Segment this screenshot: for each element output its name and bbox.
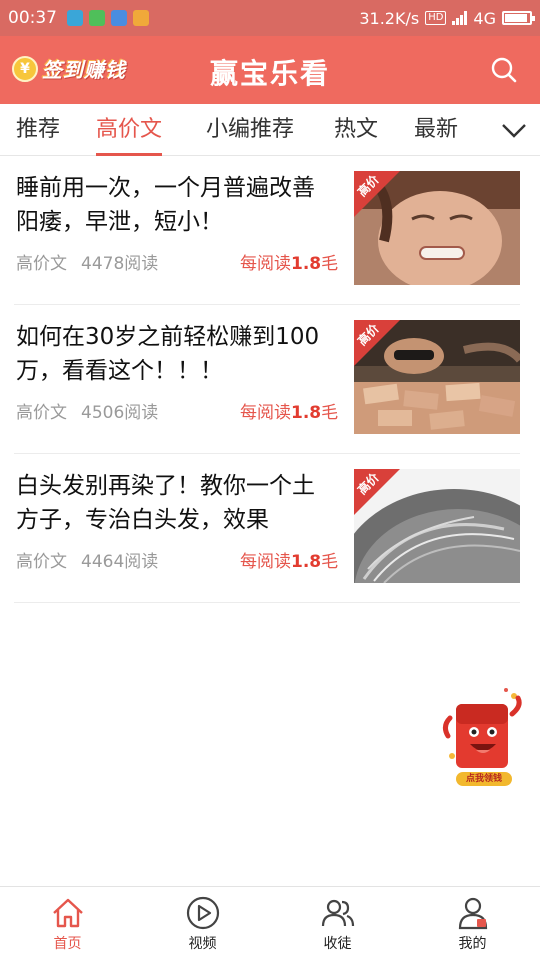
nav-video[interactable]: 视频	[135, 887, 270, 960]
hd-badge: HD	[425, 11, 447, 25]
reward-unit: 毛	[321, 254, 339, 274]
article-item[interactable]: 白头发别再染了！教你一个土方子，专治白头发，效果 高价文 4464阅读 每阅读1…	[14, 455, 520, 603]
reward-prefix: 每阅读	[240, 552, 291, 572]
notification-app-icon	[67, 10, 83, 26]
app-title: 赢宝乐看	[209, 57, 330, 90]
article-reward: 每阅读1.8毛	[240, 547, 338, 572]
article-reward: 每阅读1.8毛	[240, 398, 338, 423]
network-speed: 31.2K/s	[359, 8, 420, 28]
nav-home-label: 首页	[53, 936, 82, 952]
home-icon	[52, 898, 83, 928]
profile-icon	[458, 897, 487, 930]
article-title: 如何在30岁之前轻松赚到100万，看看这个！！！	[16, 324, 320, 384]
article-category: 高价文	[16, 552, 67, 572]
notification-app-icon	[111, 10, 127, 26]
search-icon[interactable]	[490, 56, 518, 84]
status-time: 00:37	[8, 8, 57, 28]
article-read-count: 4506阅读	[81, 403, 159, 423]
red-envelope-icon	[442, 688, 522, 768]
notification-app-icon	[133, 10, 149, 26]
article-read-count: 4478阅读	[81, 254, 159, 274]
reward-value: 1.8	[291, 254, 322, 274]
chevron-down-icon[interactable]	[500, 116, 528, 144]
app-header: ¥ 签到赚钱 赢宝乐看	[0, 36, 540, 104]
tab-high-price[interactable]: 高价文	[96, 104, 163, 156]
article-read-count: 4464阅读	[81, 552, 159, 572]
play-icon	[186, 896, 219, 930]
article-category: 高价文	[16, 254, 67, 274]
article-thumbnail: 高价	[354, 469, 520, 583]
notification-app-icon	[89, 10, 105, 26]
article-reward: 每阅读1.8毛	[240, 249, 338, 274]
article-thumbnail: 高价	[354, 171, 520, 285]
reward-prefix: 每阅读	[240, 403, 291, 423]
bottom-nav: 首页 视频 收徒 我的	[0, 886, 540, 960]
article-thumbnail: 高价	[354, 320, 520, 434]
tab-recommend[interactable]: 推荐	[16, 104, 60, 156]
nav-video-label: 视频	[188, 936, 217, 952]
reward-unit: 毛	[321, 403, 339, 423]
article-title: 白头发别再染了！教你一个土方子，专治白头发，效果	[16, 473, 315, 533]
nav-profile[interactable]: 我的	[405, 887, 540, 960]
tab-latest[interactable]: 最新	[414, 104, 458, 156]
battery-icon	[502, 11, 535, 25]
reward-value: 1.8	[291, 552, 322, 572]
tab-hot[interactable]: 热文	[334, 104, 378, 156]
nav-recruit[interactable]: 收徒	[270, 887, 405, 960]
reward-value: 1.8	[291, 403, 322, 423]
reward-unit: 毛	[321, 552, 339, 572]
article-item[interactable]: 如何在30岁之前轻松赚到100万，看看这个！！！ 高价文 4506阅读 每阅读1…	[14, 306, 520, 454]
signal-icon	[452, 11, 468, 25]
red-envelope-float-button[interactable]: 点我领钱	[442, 686, 524, 794]
category-tabs: 推荐 高价文 小编推荐 热文 最新	[0, 104, 540, 156]
nav-recruit-label: 收徒	[323, 936, 352, 952]
reward-prefix: 每阅读	[240, 254, 291, 274]
status-bar: 00:37 31.2K/s HD 4G	[0, 0, 540, 36]
article-item[interactable]: 睡前用一次，一个月普遍改善阳痿，早泄，短小！ 高价文 4478阅读 每阅读1.8…	[14, 157, 520, 305]
nav-home[interactable]: 首页	[0, 887, 135, 960]
envelope-label: 点我领钱	[456, 772, 512, 786]
tab-editor-picks[interactable]: 小编推荐	[206, 104, 294, 156]
network-type: 4G	[473, 8, 496, 28]
users-icon	[321, 899, 354, 927]
article-title: 睡前用一次，一个月普遍改善阳痿，早泄，短小！	[16, 175, 315, 235]
nav-profile-label: 我的	[458, 936, 487, 952]
article-category: 高价文	[16, 403, 67, 423]
